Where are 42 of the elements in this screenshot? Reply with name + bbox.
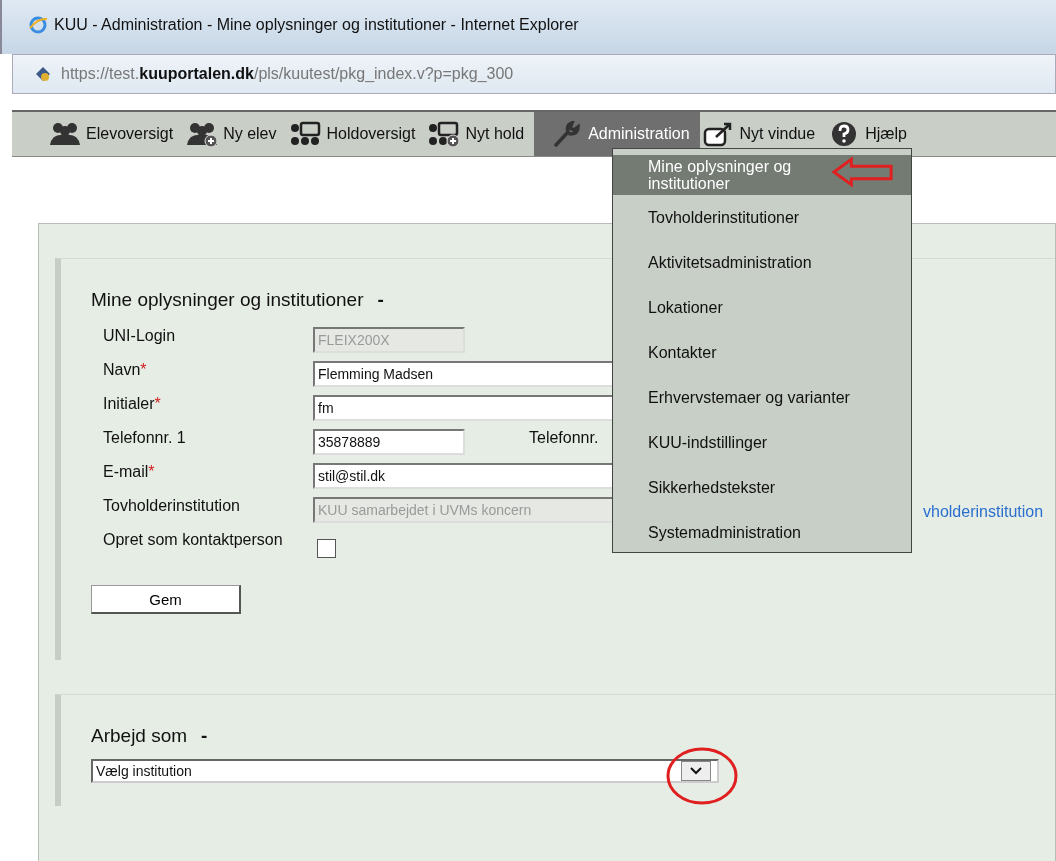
institution-dropdown[interactable]: Vælg institution <box>91 759 719 783</box>
field-label: Telefonnr. <box>529 429 599 447</box>
checkbox[interactable] <box>317 539 336 558</box>
collapse-toggle[interactable]: - <box>377 289 384 311</box>
menu-item[interactable]: Tovholderinstitutioner <box>613 195 911 240</box>
menu-item[interactable]: Lokationer <box>613 285 911 330</box>
collapse-toggle[interactable]: - <box>201 725 208 747</box>
field-label: Opret som kontaktperson <box>103 531 284 549</box>
toolbar-item[interactable]: Ny elev <box>183 112 287 156</box>
field-label: E-mail* <box>103 463 156 481</box>
required-mark: * <box>154 395 161 412</box>
url-text: https://test.kuuportalen.dk/pls/kuutest/pkg_index.v?p=pkg_300 <box>61 65 514 83</box>
field-label: Navn* <box>103 361 148 379</box>
section-title: Arbejd som <box>91 725 188 747</box>
chevron-down-icon <box>681 761 711 781</box>
menu-item[interactable]: Aktivitetsadministration <box>613 240 911 285</box>
save-button[interactable]: Gem <box>91 585 241 614</box>
menu-item[interactable]: Mine oplysninger og institutioner <box>613 155 911 195</box>
menu-item[interactable]: KUU-indstillinger <box>613 420 911 465</box>
add-team-icon <box>427 121 462 147</box>
address-bar[interactable]: https://test.kuuportalen.dk/pls/kuutest/pkg_index.v?p=pkg_300 <box>12 54 1056 94</box>
toolbar-item[interactable]: Nyt vindue <box>699 112 826 156</box>
window-title: KUU - Administration - Mine oplysninger og institutioner - Internet Explorer <box>54 16 579 34</box>
required-mark: * <box>148 463 155 480</box>
arrow-annotation <box>832 155 894 189</box>
field-label: Telefonnr. 1 <box>103 429 187 447</box>
toolbar-item[interactable]: Nyt hold <box>425 112 535 156</box>
circle-annotation <box>666 746 738 806</box>
add-people-icon <box>185 121 220 147</box>
section-title: Mine oplysninger og institutioner <box>91 289 364 311</box>
field-label: Tovholderinstitution <box>103 497 241 515</box>
field-label: Initialer* <box>103 395 162 413</box>
toolbar-item[interactable]: Hjælp <box>825 112 917 156</box>
required-mark: * <box>140 361 147 378</box>
people-icon <box>48 121 82 147</box>
field-label: UNI-Login <box>103 327 177 345</box>
toolbar-item[interactable]: Administration <box>534 112 700 156</box>
team-icon <box>288 121 323 147</box>
input-field[interactable]: 35878889 <box>313 429 465 455</box>
browser-icon <box>28 15 48 35</box>
toolbar-item[interactable]: Elevoversigt <box>46 112 184 156</box>
toolbar-item[interactable]: Holdoversigt <box>286 112 426 156</box>
